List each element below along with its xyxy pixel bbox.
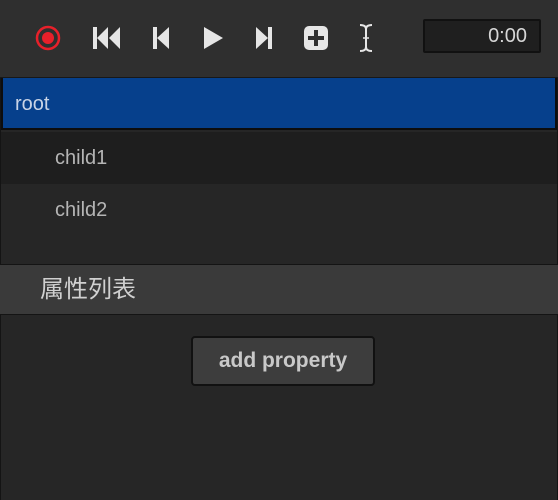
properties-panel: add property [0,315,558,500]
properties-header: 属性列表 [0,265,558,315]
toolbar: 0:00 [0,0,558,78]
skip-to-start-button[interactable] [91,23,123,53]
tree-item-root[interactable]: root [1,78,557,130]
text-cursor-icon [359,24,373,52]
add-keyframe-icon [304,26,328,50]
tree-item-label: root [15,93,50,115]
play-icon [204,27,223,49]
tree-item-child1[interactable]: child1 [1,132,557,184]
timecode-display: 0:00 [423,19,541,53]
tree-item-label: child2 [55,199,108,221]
record-icon [35,25,61,51]
skip-to-start-icon [93,27,120,49]
step-back-button[interactable] [147,23,175,53]
tree-item-label: child1 [55,147,108,169]
step-forward-button[interactable] [250,23,278,53]
add-keyframe-button[interactable] [302,23,330,53]
node-tree: root child1 child2 [0,78,558,265]
record-button[interactable] [34,23,62,53]
step-forward-icon [256,27,272,49]
step-back-icon [153,27,169,49]
play-button[interactable] [199,23,227,53]
text-cursor-button[interactable] [352,23,380,53]
tree-item-child2[interactable]: child2 [1,184,557,236]
animation-editor: 0:00 root child1 child2 属性列表 add propert… [0,0,558,500]
add-property-button[interactable]: add property [191,336,375,386]
